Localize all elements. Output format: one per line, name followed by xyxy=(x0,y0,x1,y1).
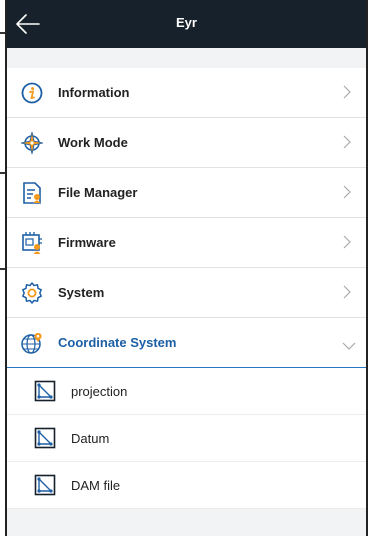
globe-pin-icon xyxy=(20,331,44,355)
info-circle-icon xyxy=(20,81,44,105)
menu-label: Work Mode xyxy=(58,135,128,150)
submenu-item-dam-file[interactable]: DAM file xyxy=(7,462,366,509)
right-edge xyxy=(366,0,372,536)
menu-label: Coordinate System xyxy=(58,335,177,350)
menu-item-work-mode[interactable]: Work Mode xyxy=(7,118,366,168)
chevron-right-icon xyxy=(342,185,352,199)
submenu-item-projection[interactable]: projection xyxy=(7,368,366,415)
chevron-right-icon xyxy=(342,135,352,149)
menu-label: System xyxy=(58,285,105,300)
projection-icon xyxy=(33,426,57,450)
menu-item-information[interactable]: Information xyxy=(7,68,366,118)
menu-item-system[interactable]: System xyxy=(7,268,366,318)
projection-icon xyxy=(33,473,57,497)
app-screen: Eyr Information Work Mode File Manager F… xyxy=(7,0,366,536)
menu-item-coordinate-system[interactable]: Coordinate System xyxy=(7,318,366,368)
submenu-label: DAM file xyxy=(71,477,121,493)
menu-label: Information xyxy=(58,85,130,100)
menu-item-firmware[interactable]: Firmware xyxy=(7,218,366,268)
firmware-chip-icon xyxy=(20,231,44,255)
submenu-item-datum[interactable]: Datum xyxy=(7,415,366,462)
left-edge xyxy=(0,0,7,536)
menu-item-file-manager[interactable]: File Manager xyxy=(7,168,366,218)
chevron-down-icon xyxy=(342,338,356,350)
header-spacer xyxy=(7,48,366,68)
settings-menu: Information Work Mode File Manager Firmw… xyxy=(7,68,366,509)
app-header: Eyr xyxy=(7,0,366,48)
page-title: Eyr xyxy=(176,15,197,30)
gear-icon xyxy=(20,281,44,305)
screen-frame: Eyr Information Work Mode File Manager F… xyxy=(0,0,372,536)
menu-label: Firmware xyxy=(58,235,116,250)
file-manager-icon xyxy=(20,181,44,205)
chevron-right-icon xyxy=(342,285,352,299)
submenu-label: projection xyxy=(71,383,128,399)
chevron-right-icon xyxy=(342,85,352,99)
compass-star-icon xyxy=(20,131,44,155)
submenu-label: Datum xyxy=(71,430,110,446)
projection-icon xyxy=(33,379,57,403)
chevron-right-icon xyxy=(342,235,352,249)
menu-label: File Manager xyxy=(58,185,138,200)
